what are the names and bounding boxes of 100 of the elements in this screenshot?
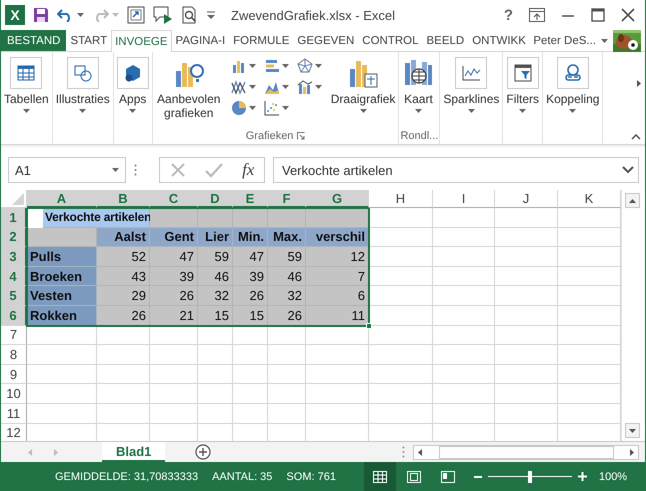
column-header[interactable]: H — [369, 190, 433, 208]
row-header[interactable]: 6 — [1, 306, 27, 326]
table-cell: verschil — [306, 228, 369, 248]
maximize-icon[interactable] — [591, 8, 605, 22]
column-header[interactable]: D — [198, 190, 233, 208]
slider-thumb[interactable] — [528, 470, 532, 482]
table-cell — [369, 208, 433, 228]
horizontal-scrollbar[interactable] — [413, 444, 639, 460]
user-name[interactable]: Peter DeS... — [533, 34, 596, 46]
column-header[interactable]: B — [97, 190, 150, 208]
row-header[interactable]: 1 — [1, 208, 27, 228]
ribbon-tab[interactable]: BEELD — [422, 30, 468, 51]
zoom-slider[interactable] — [488, 470, 572, 482]
table-cell — [369, 266, 433, 286]
check-icon[interactable] — [204, 162, 223, 178]
column-header[interactable]: I — [433, 190, 495, 208]
table-cell — [233, 326, 268, 346]
zoom-level[interactable]: 100% — [598, 470, 628, 482]
row-header[interactable]: 9 — [1, 364, 27, 384]
ribbon-tab[interactable]: FORMULE — [229, 30, 294, 51]
column-header[interactable]: E — [233, 190, 268, 208]
bar-chart-icon — [264, 58, 280, 74]
print-preview-icon[interactable] — [181, 6, 199, 24]
ribbon-tab[interactable]: ONTWIKK — [468, 30, 530, 51]
file-tab[interactable]: BESTAND — [1, 30, 66, 51]
row-header[interactable]: 7 — [1, 326, 27, 346]
collapse-ribbon-icon[interactable] — [631, 134, 641, 140]
ribbon-button[interactable]: Aanbevolen grafieken — [154, 55, 224, 122]
ribbon-tab[interactable]: START — [66, 30, 112, 51]
scroll-right-icon[interactable] — [637, 80, 641, 87]
expand-icon[interactable] — [622, 166, 634, 174]
table-cell — [495, 404, 558, 424]
formula-field[interactable]: Verkochte artikelen — [273, 157, 639, 183]
table-cell — [369, 404, 433, 424]
table-cell — [27, 364, 97, 384]
row-header[interactable]: 8 — [1, 345, 27, 365]
column-header[interactable]: A — [27, 190, 97, 208]
ribbon-button[interactable]: Illustraties — [54, 55, 112, 115]
sheet-tab[interactable]: Blad1 — [102, 442, 166, 462]
add-sheet-icon[interactable] — [195, 444, 212, 460]
ribbon-button[interactable]: Sparklines — [441, 55, 502, 115]
ribbon-tab[interactable]: GEGEVEN — [293, 30, 358, 51]
ribbon-button[interactable]: Tabellen — [2, 55, 51, 115]
ribbon-button[interactable]: Filters — [504, 55, 542, 115]
row-header[interactable]: 10 — [1, 384, 27, 404]
table-cell: 46 — [198, 266, 233, 286]
vertical-scrollbar[interactable] — [621, 190, 642, 441]
filter-icon — [506, 57, 539, 89]
ribbon-button[interactable]: Koppeling — [544, 55, 602, 115]
ribbon-button[interactable]: Draaigrafiek — [328, 55, 398, 115]
comment-play-icon[interactable] — [153, 6, 173, 24]
table-cell: 39 — [150, 266, 198, 286]
column-header[interactable]: G — [306, 190, 369, 208]
table-cell — [150, 404, 198, 424]
row-header[interactable]: 4 — [1, 266, 27, 286]
cube-icon — [116, 57, 149, 89]
chart-type-button[interactable] — [230, 78, 257, 96]
normal-view-icon — [372, 470, 388, 484]
scroll-up-icon[interactable] — [628, 198, 636, 202]
row-header[interactable]: 11 — [1, 404, 27, 424]
ribbon-display-icon[interactable] — [529, 8, 545, 22]
column-header[interactable]: J — [495, 190, 558, 208]
table-cell: 39 — [233, 266, 268, 286]
column-header[interactable]: F — [268, 190, 306, 208]
help-button[interactable]: ? — [504, 6, 513, 24]
ribbon-button[interactable]: Apps — [114, 55, 151, 115]
ribbon-tab[interactable]: INVOEGE — [111, 30, 172, 52]
table-cell — [433, 345, 495, 365]
scroll-left-icon[interactable] — [418, 448, 422, 456]
ribbon-tab[interactable]: CONTROL — [358, 30, 423, 51]
close-icon[interactable] — [621, 8, 635, 22]
table-cell — [433, 364, 495, 384]
customize-icon[interactable] — [207, 11, 215, 19]
chart-type-button[interactable] — [262, 99, 290, 117]
row-header[interactable]: 2 — [1, 228, 27, 248]
table-cell — [268, 384, 306, 404]
scroll-down-icon[interactable] — [628, 428, 636, 432]
table-cell — [27, 345, 97, 365]
excel-logo[interactable]: X — [5, 5, 25, 25]
chart-type-button[interactable] — [296, 57, 323, 75]
view-button[interactable] — [364, 462, 396, 491]
caret-icon — [112, 13, 119, 17]
scroll-right-icon[interactable] — [630, 448, 634, 456]
table-cell — [268, 326, 306, 346]
row-header[interactable]: 5 — [1, 286, 27, 306]
zoom-in-icon[interactable] — [578, 472, 587, 481]
column-header[interactable]: C — [150, 190, 198, 208]
chart-type-button[interactable] — [296, 78, 323, 96]
dialog-launcher-icon[interactable] — [297, 132, 306, 140]
table-cell — [433, 247, 495, 267]
save-icon[interactable] — [33, 7, 49, 23]
ribbon-button[interactable]: Kaart — [400, 55, 436, 115]
ribbon-tab[interactable]: PAGINA-I — [172, 30, 230, 51]
table-cell: 15 — [233, 306, 268, 326]
name-box[interactable]: A1 — [8, 157, 126, 183]
chart-type-button[interactable] — [230, 99, 257, 117]
row-header[interactable]: 3 — [1, 247, 27, 267]
scroll-thumb[interactable] — [438, 446, 614, 458]
chart-move-icon[interactable] — [127, 6, 145, 24]
insert-function-button[interactable]: fx — [242, 160, 254, 180]
